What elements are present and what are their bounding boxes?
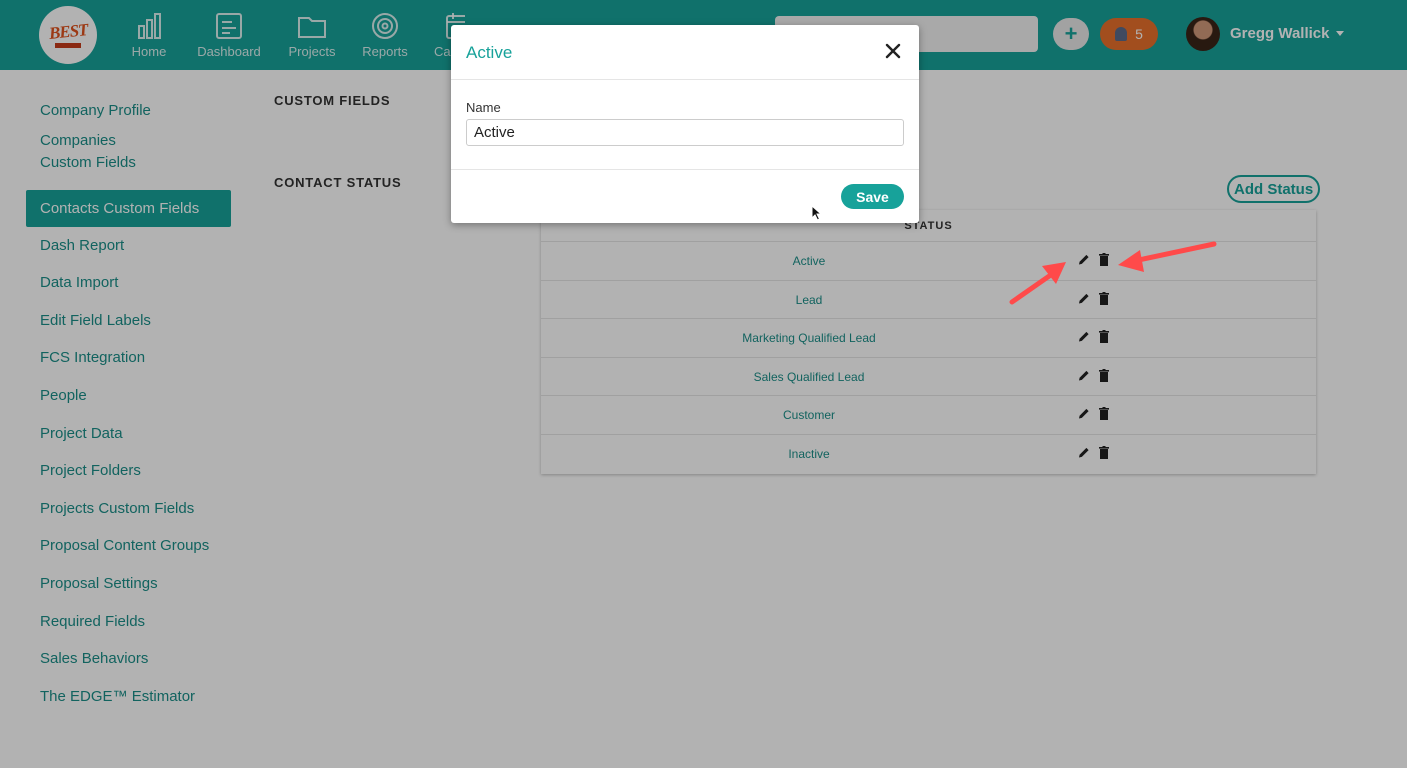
modal-header: Active bbox=[451, 25, 919, 80]
modal-title: Active bbox=[466, 43, 513, 62]
modal-body: Name bbox=[451, 80, 919, 170]
name-field-label: Name bbox=[466, 100, 501, 115]
mouse-cursor-icon bbox=[811, 205, 823, 221]
name-field[interactable] bbox=[466, 119, 904, 146]
close-icon[interactable] bbox=[883, 41, 903, 61]
save-button[interactable]: Save bbox=[841, 184, 904, 209]
edit-status-modal: Active Name Save bbox=[451, 25, 919, 223]
